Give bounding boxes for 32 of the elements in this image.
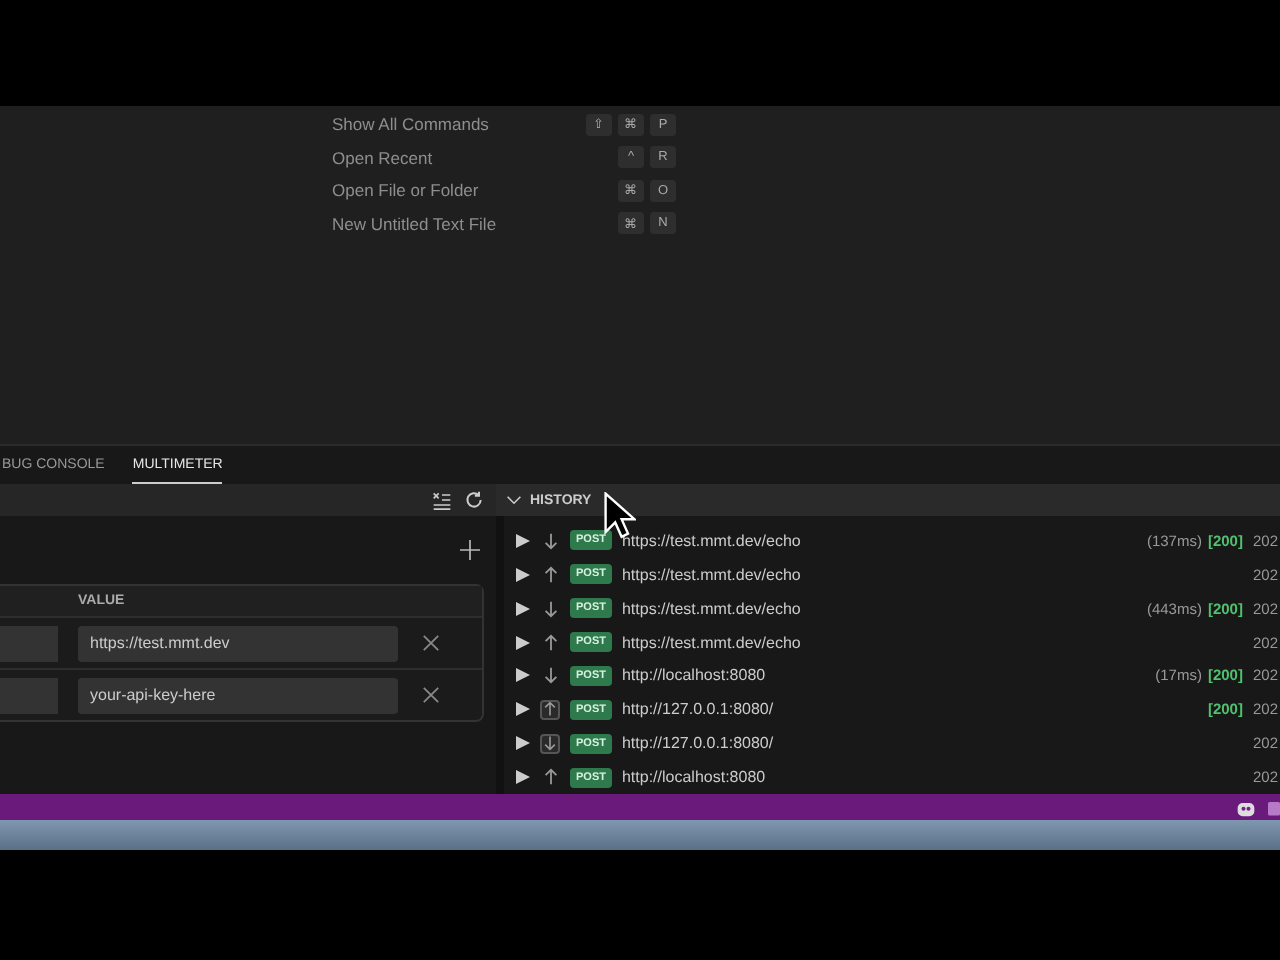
request-url[interactable]: http://localhost:8080	[621, 768, 766, 787]
add-icon[interactable]	[460, 540, 480, 560]
command-link[interactable]: Open File or Folder	[332, 180, 618, 201]
request-url[interactable]: https://test.mmt.dev/echo	[621, 531, 801, 550]
expand-arrow-icon[interactable]	[516, 601, 530, 616]
expand-arrow-icon[interactable]	[516, 567, 530, 582]
expand-arrow-icon[interactable]	[516, 770, 530, 785]
chevron-icon[interactable]	[506, 492, 522, 508]
request-url[interactable]: https://test.mmt.dev/echo	[621, 599, 801, 618]
expand-arrow-icon[interactable]	[516, 668, 530, 683]
copilot-icon[interactable]	[1236, 797, 1256, 817]
name-field[interactable]	[0, 677, 58, 713]
command-link[interactable]: New Untitled Text File	[332, 213, 618, 234]
close-icon[interactable]	[422, 686, 440, 704]
request-url[interactable]: http://localhost:8080	[621, 666, 766, 685]
expand-arrow-icon[interactable]	[516, 702, 530, 717]
request-url[interactable]: https://test.mmt.dev/echo	[621, 633, 801, 652]
name-field[interactable]	[0, 625, 58, 661]
command-link[interactable]: Open Recent	[332, 147, 618, 168]
request-url[interactable]: https://test.mmt.dev/echo	[621, 565, 801, 584]
request-url[interactable]: http://127.0.0.1:8080/	[621, 700, 774, 719]
refresh-icon[interactable]	[464, 490, 484, 510]
close-icon[interactable]	[422, 634, 440, 652]
request-url[interactable]: http://127.0.0.1:8080/	[621, 734, 774, 753]
notification-icon[interactable]	[1268, 797, 1280, 817]
command-link[interactable]: Show All Commands	[332, 114, 586, 135]
expand-arrow-icon[interactable]	[516, 635, 530, 650]
value-field[interactable]: your-api-key-here	[78, 677, 398, 713]
clear-all-icon[interactable]	[432, 490, 452, 510]
expand-arrow-icon[interactable]	[516, 736, 530, 751]
expand-arrow-icon[interactable]	[516, 533, 530, 548]
value-field[interactable]: https://test.mmt.dev	[78, 625, 398, 661]
